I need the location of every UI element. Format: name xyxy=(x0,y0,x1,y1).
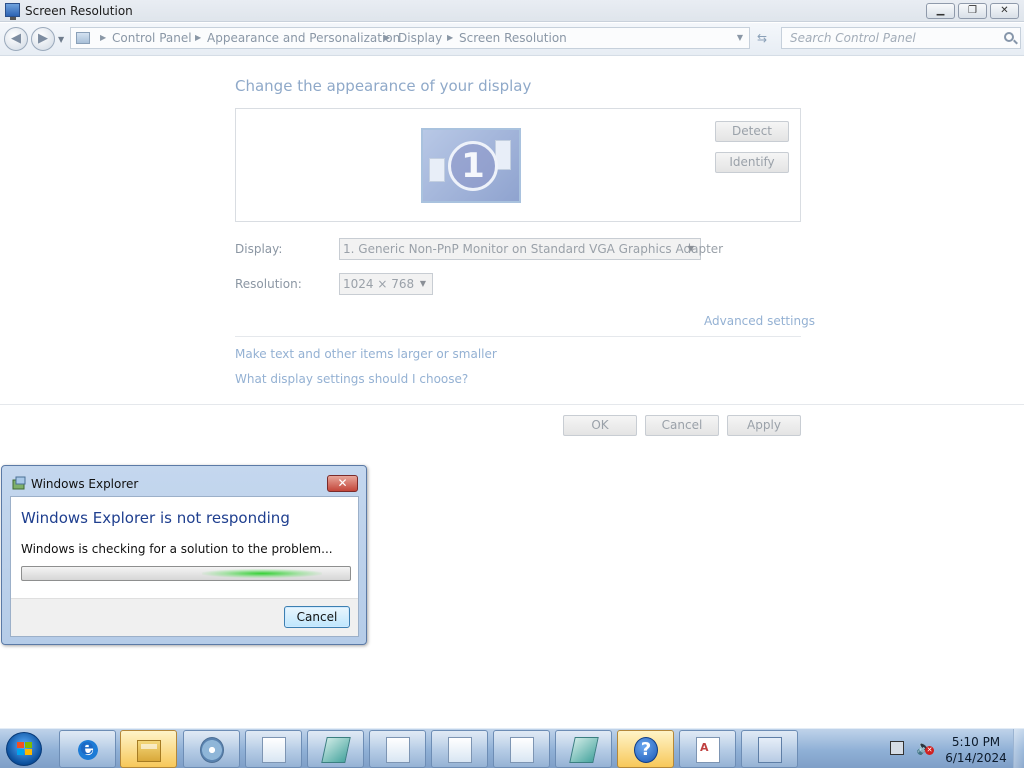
advanced-settings-link[interactable]: Advanced settings xyxy=(704,314,815,328)
application-icon xyxy=(569,737,599,763)
document-icon xyxy=(386,737,410,763)
address-dropdown-icon[interactable]: ▼ xyxy=(737,33,743,42)
disc-icon xyxy=(200,737,224,763)
taskbar-document-3[interactable] xyxy=(431,730,488,768)
minimize-button[interactable]: ▁ xyxy=(926,3,955,19)
application-icon xyxy=(321,737,351,763)
folder-icon xyxy=(137,740,161,762)
dialog-body: Windows Explorer is not responding Windo… xyxy=(10,496,359,637)
search-icon[interactable] xyxy=(1004,32,1014,42)
wordpad-icon xyxy=(696,737,720,763)
taskbar-document-2[interactable] xyxy=(369,730,426,768)
display-select-value: 1. Generic Non-PnP Monitor on Standard V… xyxy=(343,242,724,256)
cancel-button[interactable]: Cancel xyxy=(645,415,719,436)
network-icon[interactable] xyxy=(890,741,904,755)
taskbar: ? 🔈 ✕ 5:10 PM 6/14/2024 xyxy=(0,728,1024,768)
breadcrumb-separator-icon[interactable]: ▶ xyxy=(384,33,390,42)
taskbar-media-app[interactable] xyxy=(183,730,240,768)
dialog-heading: Windows Explorer is not responding xyxy=(21,509,290,527)
dialog-cancel-button[interactable]: Cancel xyxy=(284,606,350,628)
monitor-number: 1 xyxy=(448,141,498,191)
clock-time: 5:10 PM xyxy=(951,735,1001,749)
display-select[interactable]: 1. Generic Non-PnP Monitor on Standard V… xyxy=(339,238,723,260)
taskbar-app-2[interactable] xyxy=(555,730,612,768)
window-title: Screen Resolution xyxy=(25,4,133,18)
dialog-close-button[interactable]: ✕ xyxy=(327,475,358,492)
taskbar-windows-explorer[interactable] xyxy=(120,730,177,768)
refresh-icon[interactable]: ⇆ xyxy=(752,31,772,47)
windows-logo-icon xyxy=(17,742,33,757)
display-label: Display: xyxy=(235,242,283,256)
display-help-link[interactable]: What display settings should I choose? xyxy=(235,372,468,386)
monitor-preview-panel: 1 Detect Identify xyxy=(235,108,801,222)
text-size-link[interactable]: Make text and other items larger or smal… xyxy=(235,347,497,361)
taskbar-wordpad[interactable] xyxy=(679,730,736,768)
page-title: Change the appearance of your display xyxy=(235,77,532,95)
help-icon: ? xyxy=(634,737,658,763)
dialog-title: Windows Explorer xyxy=(31,477,139,491)
search-input[interactable]: Search Control Panel xyxy=(781,27,1021,49)
footer-divider xyxy=(0,404,1024,405)
detect-button[interactable]: Detect xyxy=(715,121,789,142)
window-thumbnail xyxy=(429,158,445,182)
restore-button[interactable]: ❐ xyxy=(958,3,987,19)
resolution-select[interactable]: 1024 × 768 ▼ xyxy=(339,273,433,295)
breadcrumb-screen-resolution[interactable]: Screen Resolution xyxy=(459,31,567,45)
back-button[interactable]: ◀ xyxy=(4,27,28,51)
taskbar-control-panel[interactable] xyxy=(741,730,798,768)
recent-pages-dropdown[interactable]: ▼ xyxy=(58,35,64,44)
resolution-label: Resolution: xyxy=(235,277,302,291)
monitor-1-icon[interactable]: 1 xyxy=(421,128,521,203)
dialog-footer: Cancel xyxy=(11,598,358,636)
breadcrumb-separator-icon[interactable]: ▶ xyxy=(100,33,106,42)
identify-button[interactable]: Identify xyxy=(715,152,789,173)
start-button[interactable] xyxy=(6,732,42,766)
progress-bar xyxy=(21,566,351,581)
address-bar: ◀ ▶ ▼ ▶ Control Panel ▶ Appearance and P… xyxy=(0,23,1024,56)
close-button[interactable]: ✕ xyxy=(990,3,1019,19)
breadcrumb-control-panel[interactable]: Control Panel xyxy=(112,31,192,45)
search-placeholder: Search Control Panel xyxy=(790,31,916,45)
forward-button[interactable]: ▶ xyxy=(31,27,55,51)
document-icon xyxy=(510,737,534,763)
show-desktop-button[interactable] xyxy=(1013,729,1024,768)
control-panel-icon xyxy=(758,737,782,763)
breadcrumb-display[interactable]: Display xyxy=(398,31,442,45)
windows-explorer-icon xyxy=(12,476,26,490)
taskbar-document-4[interactable] xyxy=(493,730,550,768)
breadcrumb[interactable]: ▶ Control Panel ▶ Appearance and Persona… xyxy=(70,27,750,49)
taskbar-internet-explorer[interactable] xyxy=(59,730,116,768)
document-icon xyxy=(448,737,472,763)
internet-explorer-icon xyxy=(76,734,100,763)
display-settings-icon xyxy=(5,3,20,20)
ok-button[interactable]: OK xyxy=(563,415,637,436)
divider xyxy=(235,336,801,337)
chevron-down-icon: ▼ xyxy=(687,244,694,253)
window-titlebar: Screen Resolution ▁ ❐ ✕ xyxy=(0,0,1024,22)
breadcrumb-appearance[interactable]: Appearance and Personalization xyxy=(207,31,400,45)
clock[interactable]: 5:10 PM 6/14/2024 xyxy=(944,734,1008,766)
breadcrumb-separator-icon[interactable]: ▶ xyxy=(447,33,453,42)
notification-area: 🔈 ✕ xyxy=(884,737,944,761)
mute-icon: ✕ xyxy=(925,746,934,755)
dialog-message: Windows is checking for a solution to th… xyxy=(21,542,333,556)
not-responding-dialog: Windows Explorer ✕ Windows Explorer is n… xyxy=(1,465,367,645)
document-icon xyxy=(262,737,286,763)
taskbar-document-1[interactable] xyxy=(245,730,302,768)
breadcrumb-separator-icon[interactable]: ▶ xyxy=(195,33,201,42)
control-panel-icon xyxy=(76,32,90,44)
apply-button[interactable]: Apply xyxy=(727,415,801,436)
resolution-select-value: 1024 × 768 xyxy=(343,277,415,291)
progress-marquee xyxy=(202,569,322,578)
clock-date: 6/14/2024 xyxy=(945,751,1007,765)
taskbar-app-1[interactable] xyxy=(307,730,364,768)
taskbar-help[interactable]: ? xyxy=(617,730,674,768)
chevron-down-icon: ▼ xyxy=(419,279,426,288)
